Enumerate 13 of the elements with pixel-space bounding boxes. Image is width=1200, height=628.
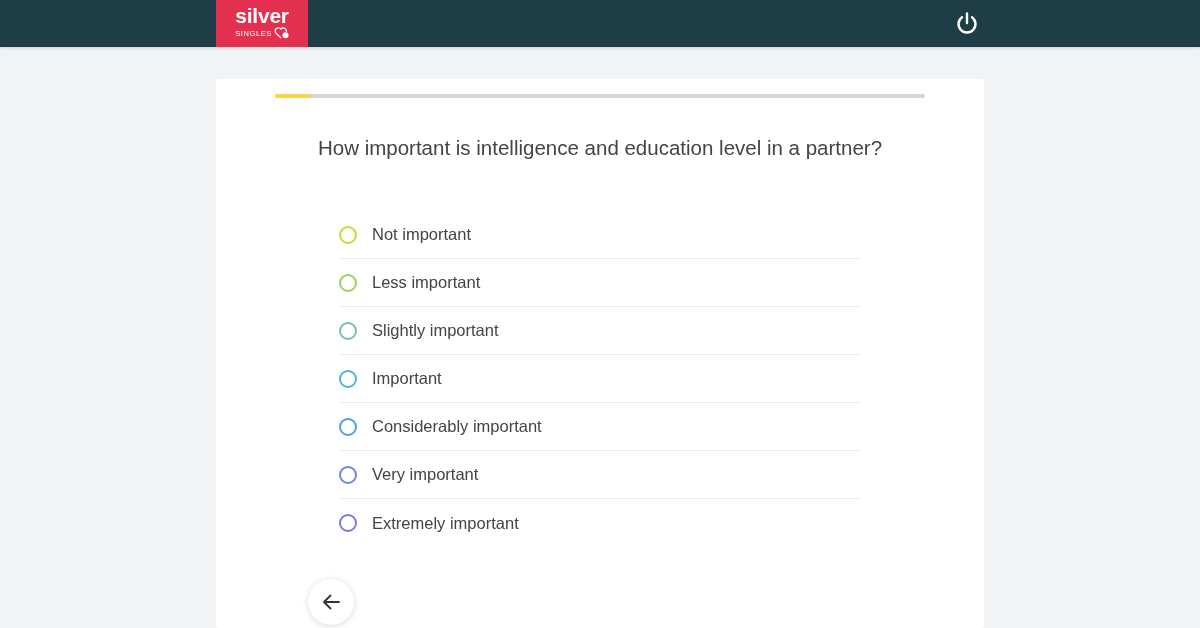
answer-option[interactable]: Not important: [339, 211, 861, 259]
answer-option[interactable]: Extremely important: [339, 499, 861, 547]
answer-option[interactable]: Important: [339, 355, 861, 403]
question-text: How important is intelligence and education level in a partner?: [316, 135, 884, 161]
back-button[interactable]: [308, 579, 354, 625]
heart-icon: [273, 27, 289, 39]
answer-option[interactable]: Considerably important: [339, 403, 861, 451]
answer-option[interactable]: Very important: [339, 451, 861, 499]
answer-option[interactable]: Less important: [339, 259, 861, 307]
power-button[interactable]: [955, 11, 979, 36]
power-icon: [955, 11, 979, 36]
answer-option[interactable]: Slightly important: [339, 307, 861, 355]
back-arrow-icon: [322, 594, 340, 610]
